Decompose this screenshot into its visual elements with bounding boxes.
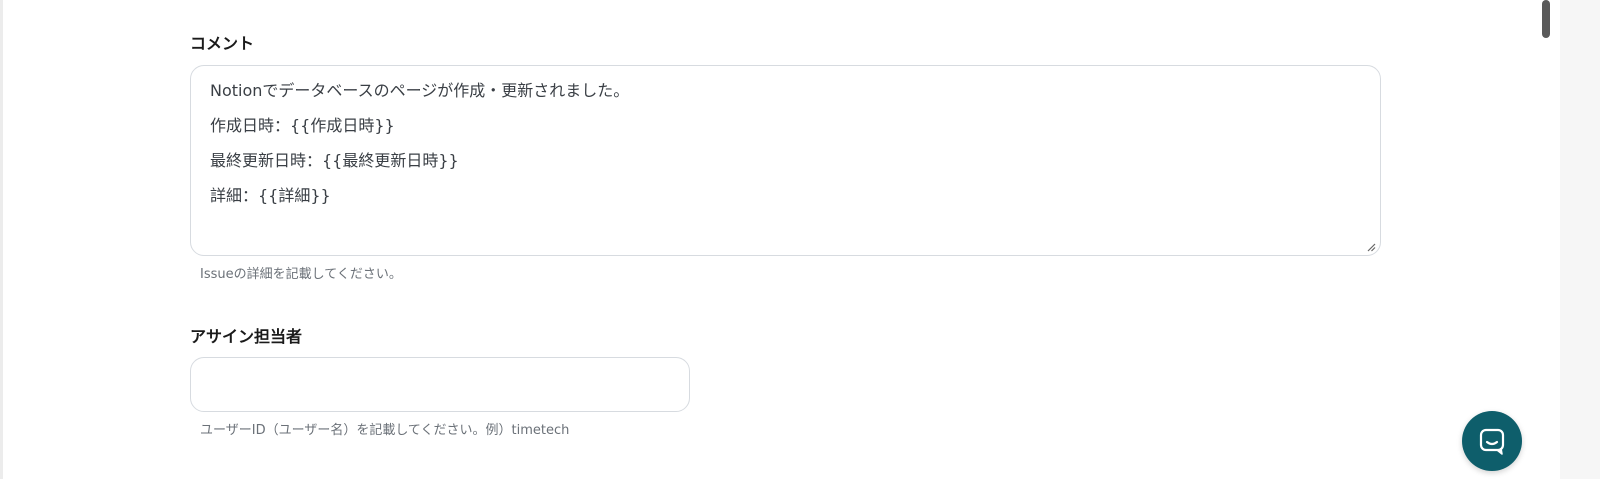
form-page: コメント Notionでデータベースのページが作成・更新されました。 作成日時：… [0, 0, 1600, 479]
comment-line: 作成日時：{{作成日時}} [210, 116, 395, 135]
scrollbar-thumb[interactable] [1542, 0, 1550, 38]
comment-line: Notionでデータベースのページが作成・更新されました。 [210, 81, 630, 100]
resize-handle-icon[interactable] [1366, 242, 1376, 252]
scrollbar[interactable] [1540, 0, 1552, 479]
page-gutter [1560, 0, 1600, 479]
comment-label: コメント [190, 34, 255, 53]
assignee-input[interactable] [191, 358, 689, 411]
comment-text: Notionでデータベースのページが作成・更新されました。 作成日時：{{作成日… [210, 80, 629, 220]
comment-line: 最終更新日時：{{最終更新日時}} [210, 151, 459, 170]
assignee-field[interactable] [190, 357, 690, 412]
assignee-label: アサイン担当者 [190, 327, 303, 346]
comment-textarea[interactable]: Notionでデータベースのページが作成・更新されました。 作成日時：{{作成日… [190, 65, 1381, 256]
comment-help-text: Issueの詳細を記載してください。 [200, 267, 402, 282]
chat-button[interactable] [1462, 411, 1522, 471]
assignee-help-text: ユーザーID（ユーザー名）を記載してください。例）timetech [200, 423, 570, 438]
comment-line: 詳細：{{詳細}} [210, 186, 331, 205]
chat-bubble-icon [1479, 428, 1505, 455]
